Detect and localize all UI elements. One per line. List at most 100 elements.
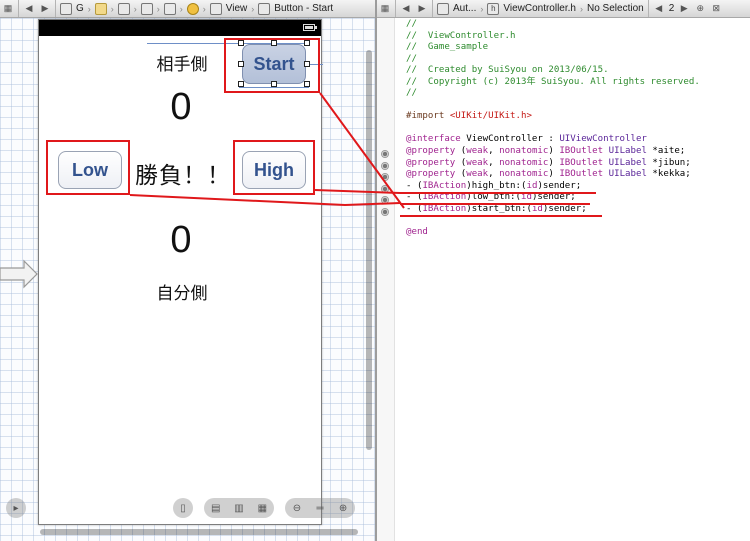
code-token: ( [455, 146, 467, 157]
code-token: ) [548, 169, 560, 180]
g-group-icon [60, 2, 72, 15]
code-token: , [488, 157, 500, 168]
code-token: *kekka; [646, 169, 691, 180]
code-line: @interface ViewController : UIViewContro… [406, 134, 700, 146]
connection-dot-icon[interactable] [381, 150, 389, 158]
annotation-box-low [46, 140, 130, 195]
automatic-mode[interactable]: Aut... [435, 2, 478, 15]
chevron-right-icon: › [251, 3, 255, 14]
pin-icon[interactable]: ▥ [234, 503, 243, 514]
zoom-actual-icon[interactable]: ═ [316, 503, 323, 514]
code-line: - (IBAction)low_btn:(id)sender; [406, 192, 700, 204]
code-line: @end [406, 227, 700, 239]
related-items-icon[interactable]: ▦ [377, 1, 393, 17]
connection-dot-icon[interactable] [381, 185, 389, 193]
forward-arrow-icon[interactable]: ▶ [37, 1, 53, 17]
breadcrumb-label: View [225, 3, 248, 14]
code-token: , [488, 169, 500, 180]
code-token: *jibun; [646, 157, 691, 168]
document-outline-toggle-icon[interactable]: ▸ [6, 498, 26, 518]
code-token: )sender; [542, 203, 587, 214]
code-token: IBAction [422, 203, 467, 214]
xcode-assistant-editor: ▦ ◀ ▶ G › › › › › › View › Button - Star… [0, 0, 750, 541]
breadcrumb-view[interactable]: View [208, 2, 250, 15]
status-bar [39, 20, 321, 36]
button-icon [258, 2, 271, 15]
code-token: @end [406, 226, 428, 237]
vertical-scrollbar[interactable] [366, 50, 372, 450]
breadcrumb-view-controller[interactable] [185, 2, 201, 15]
code-token: weak [466, 169, 489, 180]
horizontal-scrollbar[interactable] [40, 529, 358, 535]
related-items-icon[interactable]: ▦ [0, 1, 16, 17]
code-token: // [406, 19, 417, 29]
connection-dot-icon[interactable] [381, 162, 389, 170]
next-counterpart-icon[interactable]: ▶ [676, 1, 692, 17]
code-token: // ViewController.h [406, 30, 516, 41]
align-icon[interactable]: ▤ [211, 503, 220, 514]
zoom-tools[interactable]: ⊖ ═ ⊕ [285, 498, 355, 518]
storyboard-jump-bar: ▦ ◀ ▶ G › › › › › › View › Button - Star… [0, 0, 375, 18]
code-token: // [406, 53, 417, 64]
aite-score-label[interactable]: 0 [159, 86, 203, 129]
connection-dot-icon[interactable] [381, 173, 389, 181]
code-token: ) [548, 157, 560, 168]
annotation-box-high [233, 140, 315, 195]
code-token: IBOutlet [559, 146, 604, 157]
code-token: nonatomic [499, 146, 549, 157]
automatic-label: Aut... [453, 3, 477, 14]
code-token: weak [466, 146, 489, 157]
zoom-out-icon[interactable]: ⊖ [293, 503, 301, 514]
editor-gutter [377, 18, 395, 541]
code-token: @property [406, 157, 456, 168]
layout-tools[interactable]: ▤ ▥ ▦ [204, 498, 274, 518]
breadcrumb-folder[interactable] [93, 2, 109, 15]
back-arrow-icon[interactable]: ◀ [398, 1, 414, 17]
forward-arrow-icon[interactable]: ▶ [414, 1, 430, 17]
code-token: UILabel [608, 146, 647, 157]
code-token: id [526, 180, 538, 191]
code-token: @property [406, 169, 456, 180]
back-arrow-icon[interactable]: ◀ [21, 1, 37, 17]
code-line: @property (weak, nonatomic) IBOutlet UIL… [406, 158, 700, 170]
code-token: <UIKit/UIKit.h> [449, 111, 532, 122]
code-line: // [406, 54, 700, 66]
folder-icon [94, 2, 107, 15]
jibun-label[interactable]: 自分側 [144, 279, 220, 304]
code-line: // Copyright (c) 2013年 SuiSyou. All righ… [406, 77, 700, 89]
file-label: ViewController.h [503, 3, 576, 14]
jibun-score-label[interactable]: 0 [159, 219, 203, 262]
separator [647, 0, 649, 17]
breadcrumb-selection[interactable]: No Selection [585, 3, 646, 14]
code-line: @property (weak, nonatomic) IBOutlet UIL… [406, 146, 700, 158]
scene-icon [163, 2, 176, 15]
code-token: ) [548, 146, 560, 157]
breadcrumb-button-start[interactable]: Button - Start [256, 2, 335, 15]
breadcrumb-file[interactable] [116, 2, 132, 15]
add-editor-icon[interactable]: ⊕ [692, 1, 708, 17]
breadcrumb-group[interactable]: G [58, 2, 86, 15]
separator [432, 0, 433, 17]
form-factor-icon[interactable]: ▯ [173, 498, 193, 518]
chevron-right-icon: › [156, 3, 160, 14]
view-controller-scene[interactable]: 相手側 0 Low 勝負！！ High 0 自分側 Start [38, 19, 323, 525]
connection-dot-icon[interactable] [381, 196, 389, 204]
kekka-label[interactable]: 勝負！！ [134, 156, 232, 190]
aite-label[interactable]: 相手側 [144, 50, 220, 75]
close-editor-icon[interactable]: ⊠ [708, 1, 724, 17]
counterpart-counter: 2 [668, 3, 675, 14]
code-token: IBAction [422, 180, 467, 191]
breadcrumb-scene[interactable] [162, 2, 178, 15]
resolve-icon[interactable]: ▦ [258, 503, 267, 514]
connection-dot-icon[interactable] [381, 208, 389, 216]
chevron-right-icon: › [480, 3, 484, 14]
code-line: @property (weak, nonatomic) IBOutlet UIL… [406, 169, 700, 181]
breadcrumb-header-file[interactable]: h ViewController.h [485, 2, 578, 15]
previous-counterpart-icon[interactable]: ◀ [651, 1, 667, 17]
code-line: #import <UIKit/UIKit.h> [406, 111, 700, 123]
source-code[interactable]: //// ViewController.h// Game_sample//// … [406, 19, 700, 238]
breadcrumb-storyboard[interactable] [139, 2, 155, 15]
code-line: // Game_sample [406, 42, 700, 54]
zoom-in-icon[interactable]: ⊕ [339, 503, 347, 514]
